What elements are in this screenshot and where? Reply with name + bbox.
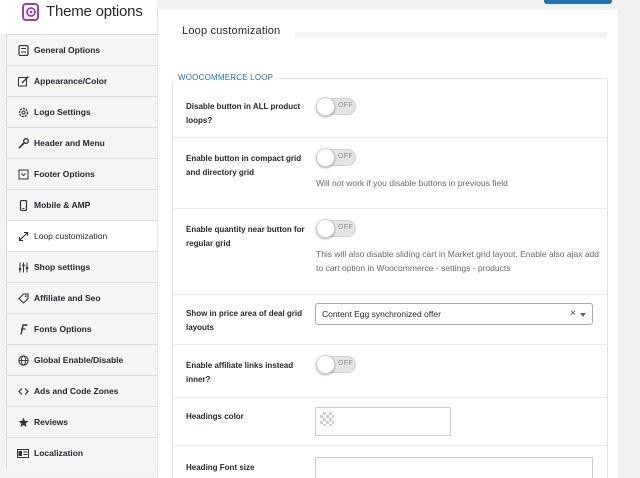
settings-bars-icon <box>17 261 29 273</box>
sidebar-item-localization[interactable]: Localization <box>6 437 157 468</box>
sidebar-item-label: Footer Options <box>34 169 95 179</box>
sidebar-item-label: Appearance/Color <box>34 76 108 86</box>
sidebar-item-fonts-options[interactable]: Fonts Options <box>6 313 157 344</box>
toggle-knob <box>316 148 335 167</box>
title-divider <box>295 32 607 38</box>
sidebar-item-affiliate-and-seo[interactable]: Affiliate and Seo <box>6 282 157 313</box>
sidebar-item-label: Logo Settings <box>34 107 91 117</box>
field-row-enable-compact: Enable button in compact grid and direct… <box>172 138 608 209</box>
sidebar-item-loop-customization[interactable]: Loop customization <box>6 220 157 251</box>
sidebar: Theme options General Options Appearance… <box>0 0 157 478</box>
field-row-affiliate-links: Enable affiliate links instead inner? OF… <box>172 345 608 398</box>
sidebar-item-label: General Options <box>34 45 101 55</box>
sidebar-item-logo-settings[interactable]: Logo Settings <box>6 96 157 127</box>
clear-selection-icon[interactable]: × <box>570 308 576 319</box>
headings-color-picker[interactable] <box>315 407 451 436</box>
font-icon <box>17 323 29 335</box>
main-panel: Loop customization WOOCOMMERCE LOOP Disa… <box>157 10 618 478</box>
globe-icon <box>17 354 29 366</box>
mobile-icon <box>17 199 29 211</box>
sidebar-item-label: Reviews <box>34 417 69 427</box>
footer-icon <box>17 168 29 180</box>
toggle-knob <box>316 219 335 238</box>
field-label: Show in price area of deal grid layouts <box>186 309 303 332</box>
sliders-icon <box>17 44 29 56</box>
toggle-knob <box>316 355 335 374</box>
field-row-heading-font-size: Heading Font size <box>172 446 608 478</box>
sidebar-item-mobile-amp[interactable]: Mobile & AMP <box>6 189 157 220</box>
expand-icon <box>17 230 29 242</box>
field-label: Headings color <box>186 412 244 421</box>
edit-icon <box>17 75 29 87</box>
affiliate-links-toggle[interactable]: OFF <box>316 355 356 374</box>
sidebar-item-ads-and-code-zones[interactable]: Ads and Code Zones <box>6 375 157 406</box>
toggle-state: OFF <box>338 102 353 109</box>
sidebar-header: Theme options <box>0 0 157 34</box>
sidebar-item-shop-settings[interactable]: Shop settings <box>6 251 157 282</box>
wrench-icon <box>17 137 29 149</box>
sidebar-item-global-enable-disable[interactable]: Global Enable/Disable <box>6 344 157 375</box>
field-row-price-area: Show in price area of deal grid layouts … <box>172 295 608 345</box>
localization-icon <box>17 447 29 459</box>
field-label: Enable button in compact grid and direct… <box>186 154 302 177</box>
sidebar-item-label: Fonts Options <box>34 324 92 334</box>
toggle-state: OFF <box>338 360 353 367</box>
heading-font-size-input[interactable] <box>315 457 593 478</box>
sidebar-item-label: Mobile & AMP <box>34 200 91 210</box>
theme-logo-icon <box>22 3 39 21</box>
sidebar-item-label: Affiliate and Seo <box>34 293 101 303</box>
field-row-headings-color: Headings color <box>172 398 608 446</box>
app-title: Theme options <box>46 3 143 20</box>
field-label: Enable affiliate links instead inner? <box>186 361 294 384</box>
field-description: Will not work if you disable buttons in … <box>316 178 508 188</box>
sidebar-item-appearance-color[interactable]: Appearance/Color <box>6 65 157 96</box>
toggle-state: OFF <box>338 224 353 231</box>
field-label: Enable quantity near button for regular … <box>186 225 305 248</box>
toggle-knob <box>316 97 335 116</box>
options-menu: General Options Appearance/Color Logo Se… <box>6 34 157 468</box>
sidebar-item-general-options[interactable]: General Options <box>6 34 157 65</box>
disable-button-toggle[interactable]: OFF <box>316 97 356 116</box>
sidebar-item-reviews[interactable]: Reviews <box>6 406 157 437</box>
save-button[interactable] <box>544 0 612 4</box>
sidebar-item-footer-options[interactable]: Footer Options <box>6 158 157 189</box>
field-label: Disable button in ALL product loops? <box>186 102 301 125</box>
tag-icon <box>17 292 29 304</box>
field-description: This will also disable sliding cart in M… <box>316 249 600 273</box>
field-label: Heading Font size <box>186 463 255 472</box>
field-row-disable-button: Disable button in ALL product loops? OFF <box>172 90 608 138</box>
price-area-select[interactable]: Content Egg synchronized offer × <box>315 303 593 325</box>
page-title: Loop customization <box>182 25 281 37</box>
enable-compact-toggle[interactable]: OFF <box>316 148 356 167</box>
star-icon <box>17 416 29 428</box>
section-title: WOOCOMMERCE LOOP <box>172 73 280 82</box>
sidebar-item-label: Shop settings <box>34 262 91 272</box>
chevron-down-icon[interactable] <box>580 313 586 317</box>
sidebar-item-label: Ads and Code Zones <box>34 386 119 396</box>
enable-quantity-toggle[interactable]: OFF <box>316 219 356 238</box>
field-row-enable-quantity: Enable quantity near button for regular … <box>172 209 608 295</box>
page-scrollbar[interactable] <box>618 0 640 478</box>
sidebar-item-label: Localization <box>34 448 84 458</box>
sidebar-item-label: Global Enable/Disable <box>34 355 124 365</box>
toggle-state: OFF <box>338 153 353 160</box>
sidebar-item-label: Header and Menu <box>34 138 105 148</box>
sidebar-item-label: Loop customization <box>34 231 108 241</box>
select-value: Content Egg synchronized offer <box>322 309 441 319</box>
color-swatch[interactable] <box>320 412 334 426</box>
sidebar-item-header-and-menu[interactable]: Header and Menu <box>6 127 157 158</box>
gear-icon <box>17 106 29 118</box>
code-icon <box>17 385 29 397</box>
